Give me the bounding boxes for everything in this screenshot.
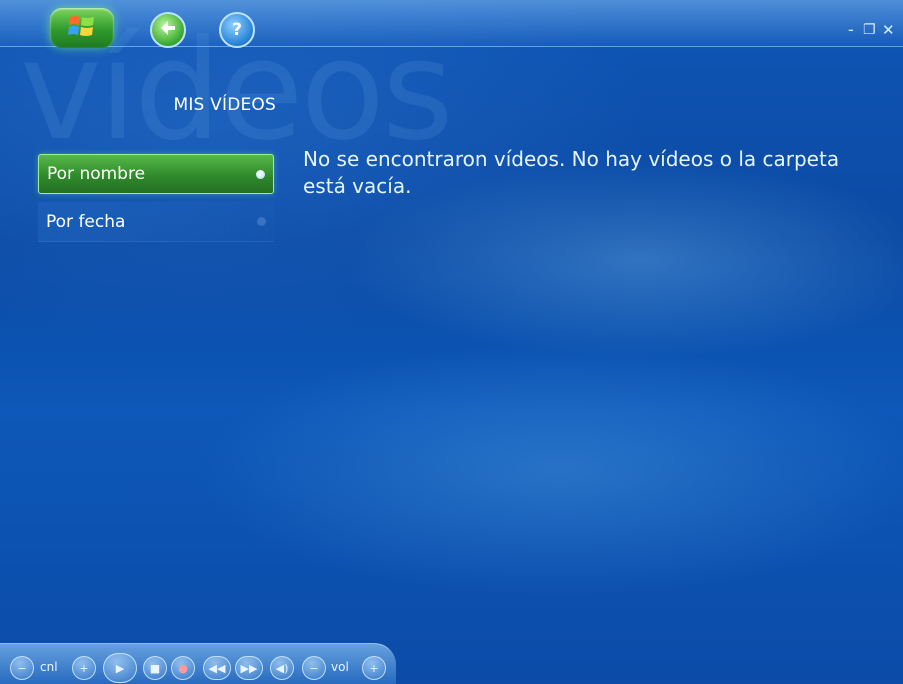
record-icon: ● bbox=[178, 661, 188, 675]
play-icon: ▶ bbox=[115, 661, 125, 675]
help-button[interactable]: ? bbox=[219, 12, 255, 48]
minimize-button[interactable]: - bbox=[848, 21, 854, 39]
mute-icon: ◀) bbox=[275, 661, 289, 675]
back-arrow-icon bbox=[159, 19, 177, 41]
rewind-button[interactable]: ◀◀ bbox=[203, 656, 231, 680]
sort-menu: Por nombre Por fecha bbox=[38, 154, 274, 250]
menu-item-by-date[interactable]: Por fecha bbox=[38, 202, 274, 242]
restore-button[interactable]: ❐ bbox=[863, 21, 876, 39]
start-button[interactable] bbox=[50, 8, 114, 48]
stop-button[interactable]: ■ bbox=[143, 656, 167, 680]
mute-button[interactable]: ◀) bbox=[270, 656, 294, 680]
play-button[interactable]: ▶ bbox=[103, 653, 137, 683]
close-button[interactable]: ✕ bbox=[882, 21, 895, 39]
channel-down-button[interactable]: − bbox=[10, 656, 34, 680]
volume-down-button[interactable]: − bbox=[302, 656, 326, 680]
menu-item-label: Por nombre bbox=[47, 164, 146, 184]
transport-controls: − cnl + ▶ ■ ● ◀◀ ▶▶ ◀) − vol + bbox=[0, 643, 396, 684]
stop-icon: ■ bbox=[149, 661, 161, 675]
selection-dot-icon bbox=[257, 217, 266, 226]
volume-label: vol bbox=[331, 660, 349, 674]
volume-up-icon: + bbox=[369, 661, 379, 675]
media-center-window: vídeos ? - ❐ ✕ MIS VÍDEOS Por nombre Por… bbox=[0, 0, 903, 684]
fast-forward-button[interactable]: ▶▶ bbox=[235, 656, 263, 680]
title-bar: ? - ❐ ✕ bbox=[0, 0, 903, 48]
menu-item-by-name[interactable]: Por nombre bbox=[38, 154, 274, 194]
fast-forward-icon: ▶▶ bbox=[240, 661, 258, 675]
selection-dot-icon bbox=[256, 170, 265, 179]
volume-up-button[interactable]: + bbox=[362, 656, 386, 680]
record-button[interactable]: ● bbox=[171, 656, 195, 680]
channel-label: cnl bbox=[40, 660, 58, 674]
help-icon: ? bbox=[232, 20, 242, 40]
back-button[interactable] bbox=[150, 12, 186, 48]
empty-message: No se encontraron vídeos. No hay vídeos … bbox=[303, 147, 840, 198]
channel-down-icon: − bbox=[17, 661, 27, 675]
channel-up-icon: + bbox=[79, 661, 89, 675]
page-title: MIS VÍDEOS bbox=[173, 95, 276, 115]
channel-up-button[interactable]: + bbox=[72, 656, 96, 680]
windows-logo-icon bbox=[67, 13, 97, 43]
menu-item-label: Por fecha bbox=[46, 211, 126, 232]
volume-down-icon: − bbox=[309, 661, 319, 675]
rewind-icon: ◀◀ bbox=[208, 661, 226, 675]
